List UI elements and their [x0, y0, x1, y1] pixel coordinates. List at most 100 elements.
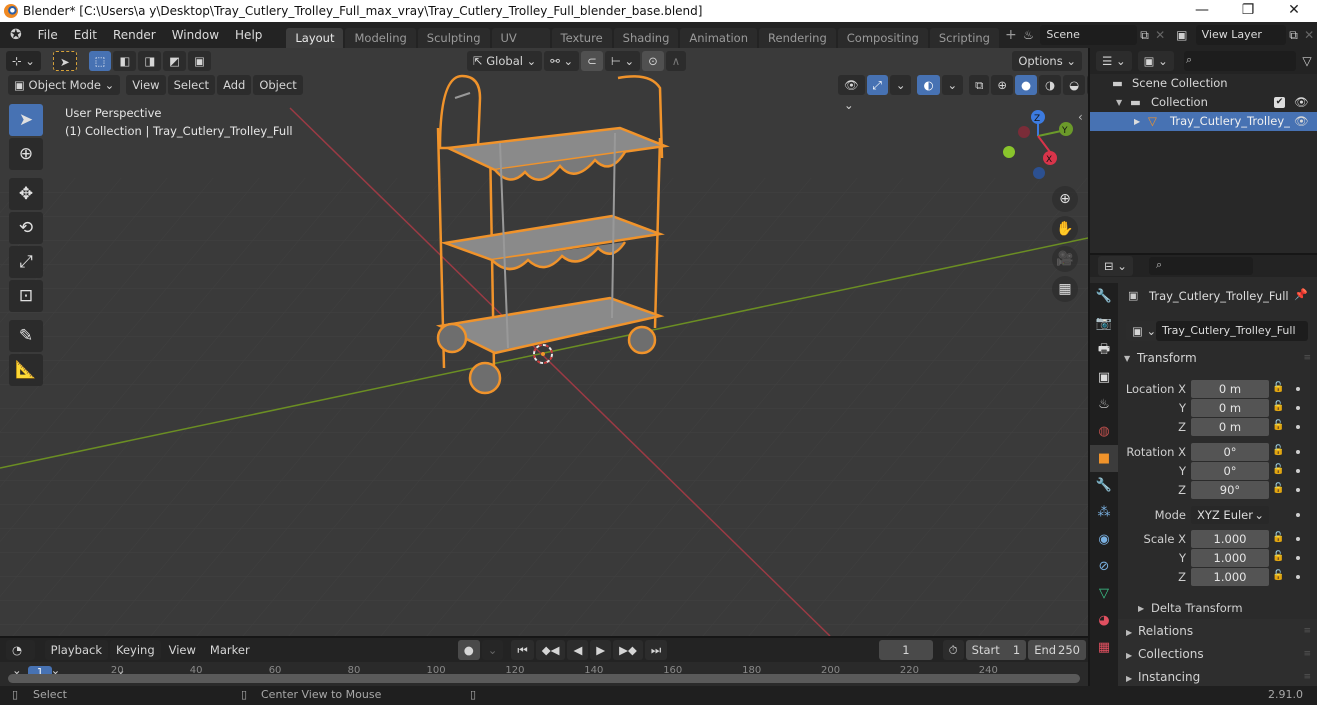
expand-collection-icon[interactable]: ▼ [1116, 93, 1122, 112]
expand-object-icon[interactable]: ▶ [1134, 112, 1140, 131]
play-reverse-icon[interactable]: ◀ [567, 640, 589, 660]
location-x-field[interactable]: 0 m [1191, 380, 1269, 398]
keyframe-rotation-mode-icon[interactable] [1296, 513, 1300, 517]
pin-icon[interactable]: 📌 [1294, 288, 1308, 301]
tab-scripting[interactable]: Scripting [929, 28, 999, 48]
lock-location-y-icon[interactable]: 🔓 [1272, 401, 1284, 412]
tab-modeling[interactable]: Modeling [345, 28, 416, 48]
keyframe-scale-y-icon[interactable] [1296, 556, 1300, 560]
current-frame-field[interactable]: 1 [879, 640, 933, 660]
playback-menu[interactable]: Playback ⌄ [44, 640, 108, 677]
relations-panel-header[interactable]: Relations [1138, 624, 1193, 638]
scene-selector[interactable]: Scene [1040, 25, 1137, 45]
instancing-panel-header[interactable]: Instancing [1138, 670, 1200, 684]
transform-orientation-dropdown[interactable]: ⇱ Global ⌄ [466, 51, 543, 71]
timeline-ruler[interactable]: 20 40 60 80 100 120 140 160 180 200 220 240 1 [0, 662, 1088, 686]
drag-handle-icon[interactable]: ≡ [1303, 353, 1311, 363]
scale-x-field[interactable]: 1.000 [1191, 530, 1269, 548]
instancing-expand-icon[interactable]: ▶ [1126, 674, 1132, 683]
collections-expand-icon[interactable]: ▶ [1126, 651, 1132, 660]
rotate-tool-icon[interactable]: ⟲ [9, 212, 43, 244]
scale-z-field[interactable]: 1.000 [1191, 568, 1269, 586]
new-scene-icon[interactable]: ⧉ [1137, 25, 1153, 45]
add-workspace-button[interactable]: + [1005, 27, 1017, 43]
sidebar-toggle-icon[interactable]: ‹ [1078, 110, 1083, 124]
keyframe-rotation-z-icon[interactable] [1296, 488, 1300, 492]
menu-help[interactable]: Help [227, 28, 270, 42]
properties-search-input[interactable] [1148, 257, 1253, 275]
object-visibility-icon[interactable]: 👁 [1294, 112, 1309, 131]
lock-scale-z-icon[interactable]: 🔓 [1272, 570, 1284, 581]
play-icon[interactable]: ▶ [590, 640, 612, 660]
transform-tool-icon[interactable]: ⊡ [9, 280, 43, 312]
outliner-row-object[interactable]: ▶ ▽ Tray_Cutlery_Trolley_ 👁 [1090, 112, 1317, 131]
collections-drag-handle-icon[interactable]: ≡ [1303, 649, 1311, 659]
rotation-x-field[interactable]: 0° [1191, 443, 1269, 461]
delta-transform-expand-icon[interactable]: ▶ [1138, 604, 1144, 613]
jump-start-icon[interactable]: ⏮ [511, 640, 534, 660]
tab-shading[interactable]: Shading [613, 28, 679, 48]
lock-rotation-y-icon[interactable]: 🔓 [1272, 464, 1284, 475]
view-layer-icon[interactable]: ▣ [1174, 25, 1190, 45]
delete-view-layer-icon[interactable]: ✕ [1301, 25, 1317, 45]
next-keyframe-icon[interactable]: ▶◆ [613, 640, 643, 660]
select-mode-subtract-icon[interactable]: ◨ [138, 51, 162, 71]
keyframe-scale-x-icon[interactable] [1296, 537, 1300, 541]
keyframe-rotation-y-icon[interactable] [1296, 469, 1300, 473]
shading-dropdown[interactable]: ⌄ [1087, 75, 1088, 95]
ortho-toggle-icon[interactable]: ▦ [1052, 276, 1078, 302]
scale-y-field[interactable]: 1.000 [1191, 549, 1269, 567]
delta-transform-header[interactable]: Delta Transform [1151, 601, 1243, 615]
maximize-button[interactable]: ❐ [1225, 0, 1271, 22]
gizmo-dropdown[interactable]: ⌄ [889, 75, 912, 95]
menu-file[interactable]: File [30, 28, 66, 42]
menu-render[interactable]: Render [105, 28, 164, 42]
scale-tool-icon[interactable]: ⤢ [9, 246, 43, 278]
keying-set-dropdown[interactable]: ⌄ [481, 640, 504, 660]
zoom-view-icon[interactable]: ⊕ [1052, 186, 1078, 212]
xray-toggle-icon[interactable]: ⧉ [969, 75, 990, 95]
move-tool-icon[interactable]: ✥ [9, 178, 43, 210]
viewport-menu-add[interactable]: Add [217, 75, 252, 95]
lock-location-x-icon[interactable]: 🔓 [1272, 382, 1284, 393]
material-tab-icon[interactable]: ◕ [1090, 607, 1118, 634]
annotate-tool-icon[interactable]: ✎ [9, 320, 43, 352]
outliner-row-scene-collection[interactable]: ▬ Scene Collection [1090, 74, 1317, 93]
location-z-field[interactable]: 0 m [1191, 418, 1269, 436]
close-button[interactable]: ✕ [1271, 0, 1317, 22]
blender-menu-icon[interactable]: ✪ [8, 25, 24, 45]
camera-view-icon[interactable]: 🎥 [1052, 246, 1078, 272]
pivot-point-dropdown[interactable]: ⚯ ⌄ [544, 51, 580, 71]
tab-texture-paint[interactable]: Texture Paint [551, 28, 612, 65]
menu-window[interactable]: Window [164, 28, 227, 42]
collection-visibility-icon[interactable]: 👁 [1294, 93, 1309, 112]
lock-scale-x-icon[interactable]: 🔓 [1272, 532, 1284, 543]
render-tab-icon[interactable]: 📷 [1090, 310, 1118, 337]
keyframe-scale-z-icon[interactable] [1296, 575, 1300, 579]
overlays-toggle-icon[interactable]: ◐ [917, 75, 940, 95]
view-layer-selector[interactable]: View Layer [1195, 25, 1286, 45]
transform-panel-header[interactable]: Transform [1137, 351, 1197, 365]
shading-rendered-icon[interactable]: ◒ [1063, 75, 1086, 95]
viewport-menu-object[interactable]: Object [253, 75, 303, 95]
mode-dropdown[interactable]: ▣ Object Mode ⌄ [8, 75, 121, 95]
timeline-scrollbar[interactable] [8, 674, 1080, 683]
keying-menu[interactable]: Keying ⌄ [109, 640, 161, 677]
lock-rotation-x-icon[interactable]: 🔓 [1272, 445, 1284, 456]
minimize-button[interactable]: — [1179, 0, 1225, 22]
outliner-editor-type-icon[interactable]: ☰ ⌄ [1096, 51, 1132, 71]
scene-icon[interactable]: ♨ [1021, 25, 1037, 45]
lock-location-z-icon[interactable]: 🔓 [1272, 420, 1284, 431]
shading-solid-icon[interactable]: ● [1015, 75, 1038, 95]
keyframe-location-y-icon[interactable] [1296, 406, 1300, 410]
instancing-drag-handle-icon[interactable]: ≡ [1303, 672, 1311, 682]
transform-expand-icon[interactable]: ▼ [1124, 354, 1130, 363]
exclude-checkbox[interactable]: ✔ [1274, 97, 1285, 108]
tool-tab-icon[interactable]: 🔧 [1090, 283, 1118, 310]
object-name-field[interactable]: Tray_Cutlery_Trolley_Full [1156, 321, 1308, 341]
cursor-tool-icon[interactable]: ⊕ [9, 138, 43, 170]
measure-tool-icon[interactable]: 📐 [9, 354, 43, 386]
display-mode-dropdown[interactable]: ▣ ⌄ [1137, 51, 1174, 71]
rotation-y-field[interactable]: 0° [1191, 462, 1269, 480]
gizmo-toggle-icon[interactable]: ⤢ [866, 75, 888, 95]
